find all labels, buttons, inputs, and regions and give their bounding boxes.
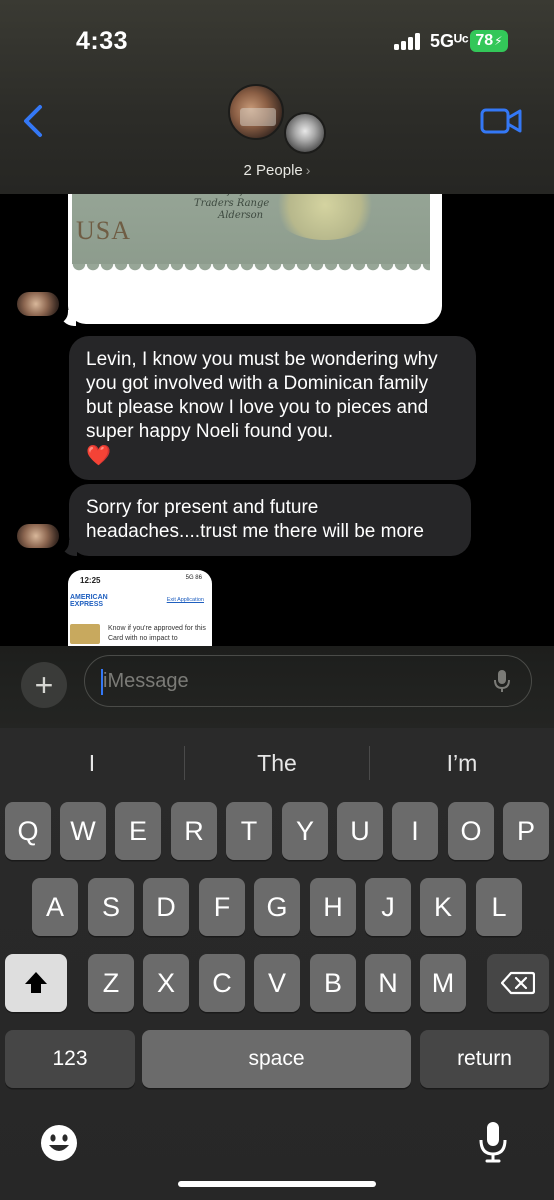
key-v[interactable]: V bbox=[254, 954, 300, 1012]
key-j[interactable]: J bbox=[365, 878, 411, 936]
video-camera-icon[interactable] bbox=[480, 108, 522, 134]
microphone-icon[interactable] bbox=[494, 669, 510, 693]
battery-level: 78 bbox=[475, 32, 494, 49]
shift-icon bbox=[25, 972, 47, 993]
key-p[interactable]: P bbox=[503, 802, 549, 860]
key-c[interactable]: C bbox=[199, 954, 245, 1012]
suggestion-3[interactable]: I’m bbox=[370, 744, 554, 782]
cellular-signal-icon bbox=[394, 33, 420, 50]
stamp-perforation bbox=[72, 264, 430, 274]
emoji-icon[interactable] bbox=[40, 1124, 78, 1162]
screenshot-attachment[interactable]: 12:25 5G 86 AMERICAN EXPRESS Exit Applic… bbox=[68, 570, 212, 648]
participants-label: 2 People bbox=[243, 162, 303, 179]
return-key[interactable]: return bbox=[420, 1030, 549, 1088]
shift-key[interactable] bbox=[5, 954, 67, 1012]
key-n[interactable]: N bbox=[365, 954, 411, 1012]
participants-button[interactable]: 2 People › bbox=[0, 162, 554, 179]
heart-emoji: ❤️ bbox=[86, 445, 111, 467]
message-bubble[interactable]: Sorry for present and future headaches..… bbox=[69, 484, 471, 556]
suggestion-2[interactable]: The bbox=[185, 744, 369, 782]
message-text: Sorry for present and future headaches..… bbox=[86, 497, 424, 542]
chevron-right-icon: › bbox=[305, 162, 311, 178]
backspace-icon bbox=[501, 971, 535, 995]
amex-logo: AMERICAN EXPRESS bbox=[70, 594, 108, 608]
message-input[interactable] bbox=[103, 664, 483, 698]
thumbnail-link: Exit Application bbox=[166, 597, 204, 603]
card-image bbox=[70, 624, 100, 644]
key-i[interactable]: I bbox=[392, 802, 438, 860]
charging-bolt-icon: ⚡ bbox=[494, 34, 503, 48]
message-bubble[interactable]: Levin, I know you must be wondering why … bbox=[69, 336, 476, 480]
chevron-left-icon[interactable] bbox=[20, 104, 46, 138]
apps-plus-button[interactable]: + bbox=[21, 662, 67, 708]
key-x[interactable]: X bbox=[143, 954, 189, 1012]
thumbnail-time: 12:25 bbox=[80, 576, 101, 585]
group-avatar-secondary[interactable] bbox=[284, 112, 326, 154]
message-text: Levin, I know you must be wondering why … bbox=[86, 349, 438, 442]
home-indicator[interactable] bbox=[178, 1181, 376, 1187]
key-z[interactable]: Z bbox=[88, 954, 134, 1012]
photo-attachment[interactable]: USA w half of Traders Range Alderson bbox=[68, 178, 442, 324]
dictation-icon[interactable] bbox=[478, 1120, 508, 1164]
predictive-bar: I The I’m bbox=[0, 728, 554, 798]
group-avatar-primary[interactable] bbox=[228, 84, 284, 140]
key-u[interactable]: U bbox=[337, 802, 383, 860]
key-d[interactable]: D bbox=[143, 878, 189, 936]
amex-line: AMERICAN bbox=[70, 594, 108, 601]
status-time: 4:33 bbox=[76, 27, 129, 55]
sender-avatar[interactable] bbox=[17, 524, 59, 548]
message-input-container[interactable] bbox=[84, 655, 532, 707]
key-l[interactable]: L bbox=[476, 878, 522, 936]
thumbnail-body: Know if you're approved for this Card wi… bbox=[108, 625, 206, 642]
delete-key[interactable] bbox=[487, 954, 549, 1012]
key-h[interactable]: H bbox=[310, 878, 356, 936]
space-key[interactable]: space bbox=[142, 1030, 411, 1088]
key-r[interactable]: R bbox=[171, 802, 217, 860]
key-f[interactable]: F bbox=[199, 878, 245, 936]
numbers-key[interactable]: 123 bbox=[5, 1030, 135, 1088]
key-m[interactable]: M bbox=[420, 954, 466, 1012]
stamp-script-line: Traders Range bbox=[194, 198, 270, 209]
amex-line: EXPRESS bbox=[70, 601, 104, 608]
key-b[interactable]: B bbox=[310, 954, 356, 1012]
sender-avatar[interactable] bbox=[17, 292, 59, 316]
battery-indicator: 78 ⚡ bbox=[470, 30, 508, 52]
key-k[interactable]: K bbox=[420, 878, 466, 936]
key-w[interactable]: W bbox=[60, 802, 106, 860]
key-g[interactable]: G bbox=[254, 878, 300, 936]
stamp-script-line: Alderson bbox=[218, 210, 264, 221]
key-a[interactable]: A bbox=[32, 878, 78, 936]
conversation-header: 4:33 5Gᵁᶜ 78 ⚡ 2 People › bbox=[0, 0, 554, 194]
suggestion-1[interactable]: I bbox=[0, 744, 184, 782]
key-s[interactable]: S bbox=[88, 878, 134, 936]
key-e[interactable]: E bbox=[115, 802, 161, 860]
compose-bar: + bbox=[0, 646, 554, 728]
stamp-usa-text: USA bbox=[76, 216, 132, 245]
network-type: 5Gᵁᶜ bbox=[430, 31, 469, 51]
key-q[interactable]: Q bbox=[5, 802, 51, 860]
thumbnail-status: 5G 86 bbox=[185, 575, 202, 581]
key-o[interactable]: O bbox=[448, 802, 494, 860]
key-t[interactable]: T bbox=[226, 802, 272, 860]
key-y[interactable]: Y bbox=[282, 802, 328, 860]
